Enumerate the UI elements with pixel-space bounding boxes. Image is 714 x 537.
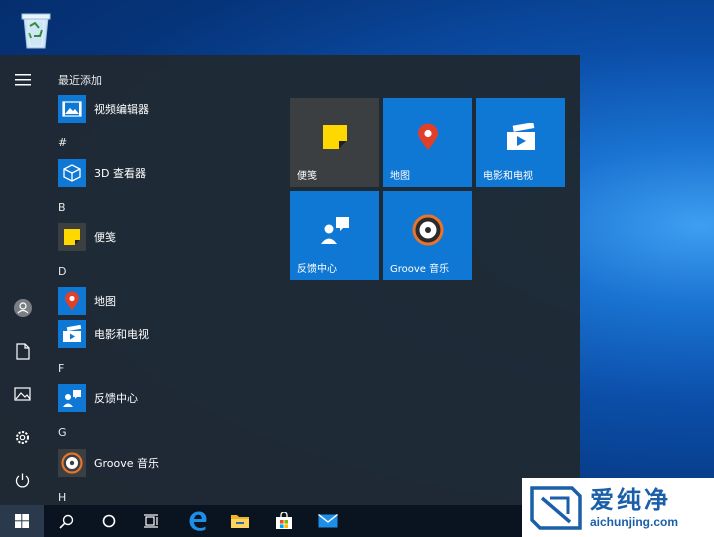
groove-music-icon: [411, 213, 445, 247]
group-header-b[interactable]: B: [58, 201, 66, 214]
start-menu: 最近添加 视频编辑器 # 3D 查看器 B 便笺 D 地图 电影和电视 F 反馈…: [0, 55, 580, 505]
app-item-feedback-hub[interactable]: 反馈中心: [58, 383, 278, 413]
tile-feedback-hub[interactable]: 反馈中心: [290, 191, 379, 280]
windows-start-icon[interactable]: [0, 505, 44, 537]
group-header-d[interactable]: D: [58, 265, 66, 278]
tile-label: 反馈中心: [297, 264, 337, 275]
app-item-sticky-notes[interactable]: 便笺: [58, 222, 278, 252]
maps-icon: [411, 120, 445, 154]
user-avatar-icon[interactable]: [0, 288, 45, 328]
app-label: 3D 查看器: [94, 167, 146, 180]
app-label: Groove 音乐: [94, 457, 160, 470]
movies-tv-icon: [58, 320, 86, 348]
app-label: 视频编辑器: [94, 103, 149, 116]
group-header-g[interactable]: G: [58, 426, 67, 439]
documents-icon[interactable]: [0, 331, 45, 371]
pictures-icon[interactable]: [0, 374, 45, 414]
cortana-icon[interactable]: [91, 505, 127, 537]
app-label: 地图: [94, 295, 116, 308]
file-explorer-icon[interactable]: [222, 505, 258, 537]
movies-tv-icon: [504, 120, 538, 154]
feedback-hub-icon: [318, 213, 352, 247]
watermark-logo-icon: [530, 485, 582, 530]
settings-gear-icon[interactable]: [0, 417, 45, 457]
3d-viewer-icon: [58, 159, 86, 187]
microsoft-store-icon[interactable]: [266, 505, 302, 537]
app-label: 便笺: [94, 231, 116, 244]
watermark-text-en: aichunjing.com: [590, 514, 679, 529]
maps-icon: [58, 287, 86, 315]
app-item-movies-tv[interactable]: 电影和电视: [58, 319, 278, 349]
mail-icon[interactable]: [310, 505, 346, 537]
tile-sticky-notes[interactable]: 便笺: [290, 98, 379, 187]
app-label: 电影和电视: [94, 328, 149, 341]
hamburger-menu-icon[interactable]: [0, 60, 45, 100]
group-header-h[interactable]: H: [58, 491, 66, 504]
task-view-icon[interactable]: [133, 505, 169, 537]
group-header-recent[interactable]: 最近添加: [58, 72, 102, 88]
app-list[interactable]: 最近添加 视频编辑器 # 3D 查看器 B 便笺 D 地图 电影和电视 F 反馈…: [45, 55, 285, 505]
groove-music-icon: [58, 449, 86, 477]
edge-browser-icon[interactable]: [180, 505, 216, 537]
video-editor-icon: [58, 95, 86, 123]
app-item-maps[interactable]: 地图: [58, 286, 278, 316]
sticky-notes-icon: [58, 223, 86, 251]
watermark-text-cn: 爱纯净: [590, 485, 671, 514]
tile-label: 便笺: [297, 171, 317, 182]
tile-groove-music[interactable]: Groove 音乐: [383, 191, 472, 280]
tile-label: 地图: [390, 171, 410, 182]
tile-label: 电影和电视: [483, 171, 533, 182]
search-icon[interactable]: [48, 505, 84, 537]
group-header-hash[interactable]: #: [58, 136, 67, 149]
app-item-3d-viewer[interactable]: 3D 查看器: [58, 158, 278, 188]
tile-movies-tv[interactable]: 电影和电视: [476, 98, 565, 187]
group-header-f[interactable]: F: [58, 362, 64, 375]
app-label: 反馈中心: [94, 392, 138, 405]
start-left-rail: [0, 55, 45, 505]
watermark: 爱纯净 aichunjing.com: [522, 478, 714, 537]
feedback-hub-icon: [58, 384, 86, 412]
app-item-groove-music[interactable]: Groove 音乐: [58, 448, 278, 478]
tile-maps[interactable]: 地图: [383, 98, 472, 187]
sticky-notes-icon: [318, 120, 352, 154]
power-icon[interactable]: [0, 460, 45, 500]
tile-label: Groove 音乐: [390, 264, 450, 275]
recycle-bin-icon[interactable]: [16, 8, 56, 50]
app-item-video-editor[interactable]: 视频编辑器: [58, 94, 278, 124]
